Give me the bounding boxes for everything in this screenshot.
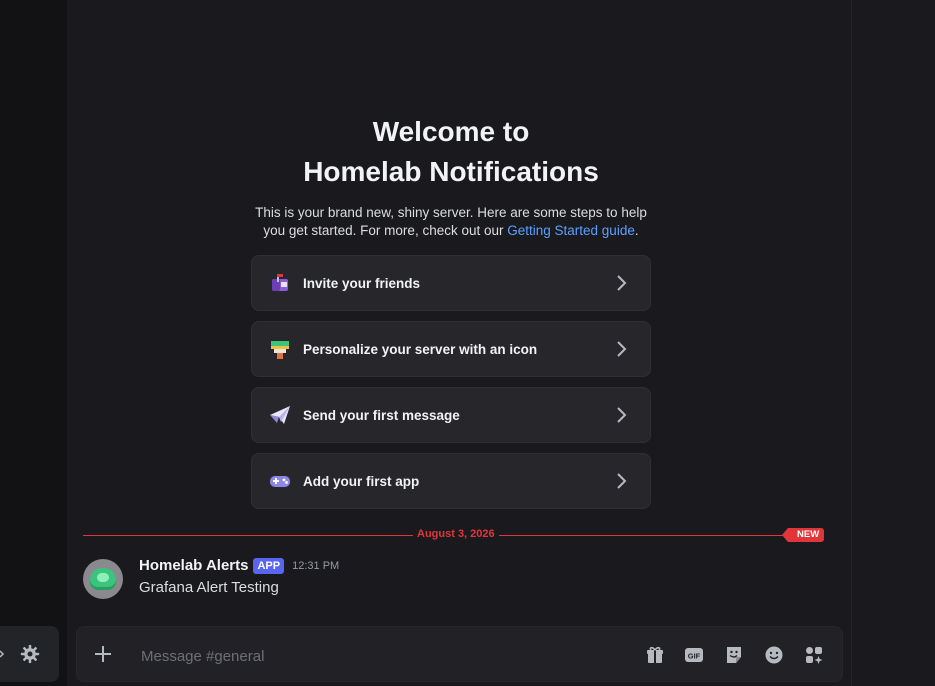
timestamp: 12:31 PM xyxy=(292,559,340,572)
server-name: Homelab Notifications xyxy=(303,156,599,187)
welcome-subtitle: This is your brand new, shiny server. He… xyxy=(251,204,651,240)
gamepad-icon xyxy=(267,468,293,494)
card-invite-friends[interactable]: Invite your friends xyxy=(251,255,651,311)
app-badge: APP xyxy=(253,557,285,574)
apps-icon[interactable] xyxy=(803,644,825,666)
message-input[interactable] xyxy=(139,643,623,669)
card-personalize-server[interactable]: Personalize your server with an icon xyxy=(251,321,651,377)
card-label: Add your first app xyxy=(303,473,420,489)
paint-brush-icon xyxy=(267,336,293,362)
message-composer: GIF xyxy=(76,626,843,682)
mailbox-icon xyxy=(267,270,293,296)
gift-icon[interactable] xyxy=(644,644,666,666)
chat-area: Welcome to Homelab Notifications This is… xyxy=(67,0,851,686)
new-badge: NEW xyxy=(781,528,825,542)
member-list-panel xyxy=(851,0,935,686)
chevron-right-icon xyxy=(617,407,627,423)
chevron-right-icon xyxy=(617,275,627,291)
svg-text:GIF: GIF xyxy=(688,652,701,661)
getting-started-link[interactable]: Getting Started guide xyxy=(507,223,635,238)
bot-avatar-icon xyxy=(90,568,116,590)
card-label: Personalize your server with an icon xyxy=(303,341,538,357)
sticker-icon[interactable] xyxy=(723,644,745,666)
gear-icon[interactable] xyxy=(20,644,40,664)
card-label: Invite your friends xyxy=(303,275,421,291)
divider-date: August 3, 2026 xyxy=(413,528,499,540)
chevron-right-icon xyxy=(617,473,627,489)
welcome-subtitle-end: . xyxy=(634,223,639,238)
card-label: Send your first message xyxy=(303,407,460,423)
username[interactable]: Homelab Alerts xyxy=(139,557,248,574)
user-panel xyxy=(0,626,59,682)
card-add-app[interactable]: Add your first app xyxy=(251,453,651,509)
onboarding-cards: Invite your friends Personalize your ser… xyxy=(251,255,651,519)
gif-icon[interactable]: GIF xyxy=(683,644,705,666)
card-send-message[interactable]: Send your first message xyxy=(251,387,651,443)
chevron-right-icon xyxy=(617,341,627,357)
message-item: Homelab Alerts APP 12:31 PM Grafana Aler… xyxy=(83,556,823,604)
message-header: Homelab Alerts APP 12:31 PM xyxy=(139,557,339,574)
chevron-down-icon[interactable] xyxy=(0,648,5,658)
server-list-panel xyxy=(0,0,67,686)
emoji-icon[interactable] xyxy=(763,644,785,666)
message-content: Grafana Alert Testing xyxy=(139,579,279,596)
plus-icon[interactable] xyxy=(93,644,113,664)
avatar[interactable] xyxy=(83,559,123,599)
welcome-title-line1: Welcome to xyxy=(372,116,530,147)
welcome-title: Welcome to Homelab Notifications xyxy=(67,112,835,192)
paper-plane-icon xyxy=(267,402,293,428)
welcome-section: Welcome to Homelab Notifications This is… xyxy=(67,112,835,240)
